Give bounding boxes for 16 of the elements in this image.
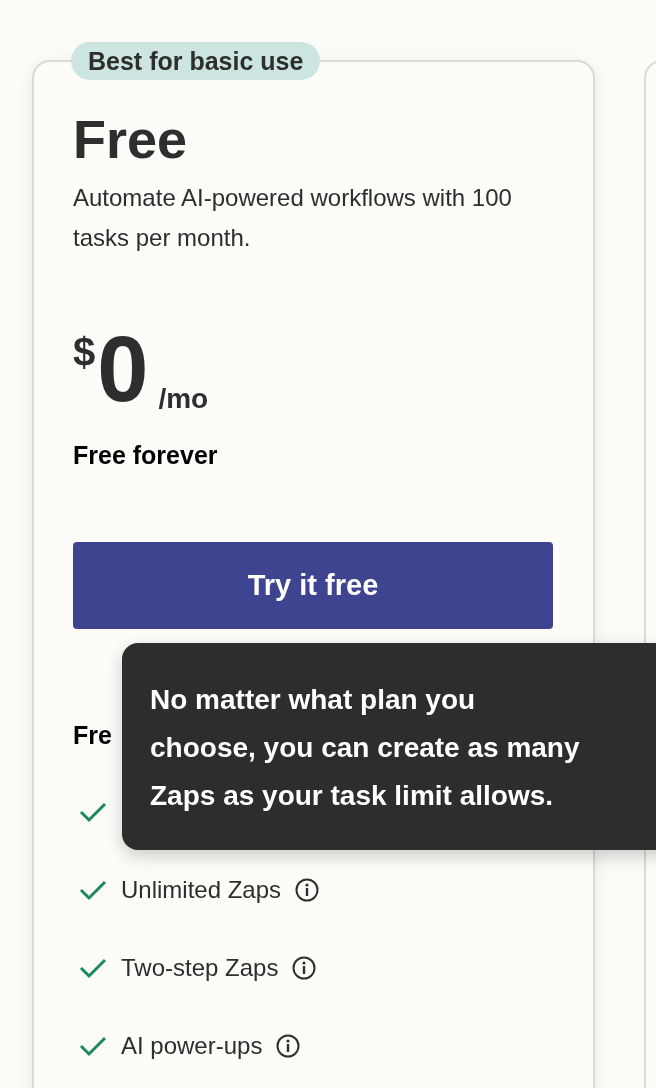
currency-symbol: $: [73, 332, 96, 372]
features-heading: Fre: [73, 720, 112, 750]
info-icon[interactable]: [276, 1034, 301, 1058]
info-icon[interactable]: [295, 878, 320, 902]
price-note: Free forever: [73, 440, 219, 470]
tooltip-text: No matter what plan you choose, you can create as many Zaps as your task limit allows.: [150, 683, 581, 813]
plan-name: Free: [73, 108, 189, 170]
feature-label: AI power-ups: [121, 1031, 263, 1061]
feature-label: Unlimited Zaps: [121, 875, 282, 905]
try-free-button[interactable]: Try it free: [73, 542, 553, 629]
feature-label: Two-step Zaps: [121, 953, 279, 983]
info-icon[interactable]: [292, 956, 317, 980]
price-amount: 0: [97, 326, 149, 412]
plan-description: Automate AI-powered workflows with 100 tasks per month.: [73, 183, 513, 253]
plan-badge: Best for basic use: [71, 42, 321, 80]
price-period: /mo: [158, 384, 209, 414]
